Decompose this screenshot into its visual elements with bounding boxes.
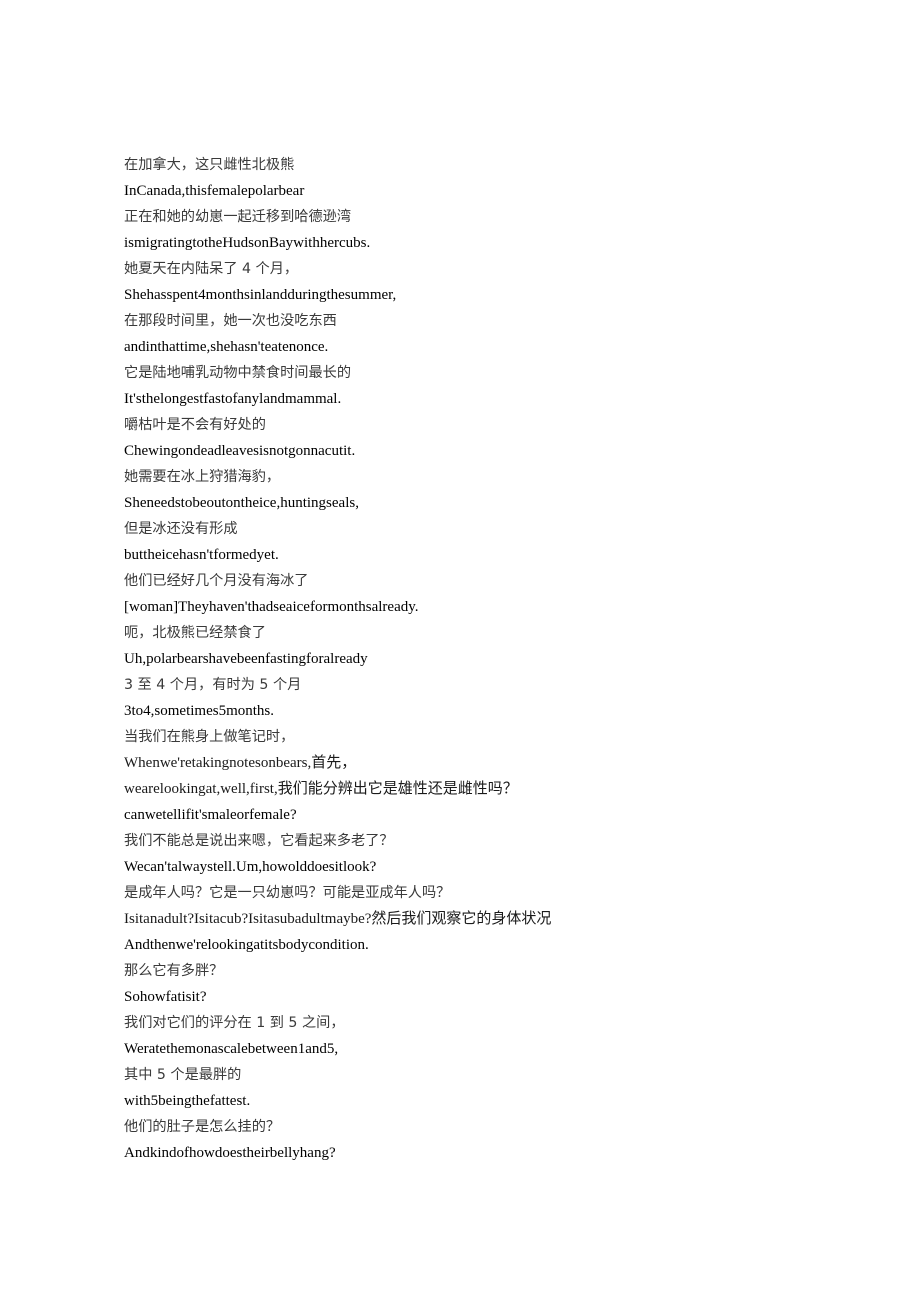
transcript-line: InCanada,thisfemalepolarbear <box>124 183 305 199</box>
transcript-line: 当我们在熊身上做笔记时， <box>124 729 295 745</box>
transcript-line: 她需要在冰上狩猎海豹， <box>124 469 281 485</box>
transcript-line: Sohowfatisit? <box>124 989 207 1005</box>
transcript-line: Weratethemonascalebetween1and5, <box>124 1041 339 1057</box>
transcript-line: It'sthelongestfastofanylandmammal. <box>124 391 342 407</box>
transcript-line: 我们对它们的评分在 1 到 5 之间， <box>124 1015 345 1031</box>
transcript-line: 3to4,sometimes5months. <box>124 703 274 719</box>
transcript-line: [woman]Theyhaven'thadseaiceformonthsalre… <box>124 599 419 615</box>
transcript-line: 但是冰还没有形成 <box>124 521 238 537</box>
transcript-line: 正在和她的幼崽一起迁移到哈德逊湾 <box>124 209 352 225</box>
transcript-line: Shehasspent4monthsinlandduringthesummer, <box>124 287 397 303</box>
transcript-line: Andthenwe'relookingatitsbodycondition. <box>124 937 369 953</box>
transcript-line: Wecan'talwaystell.Um,howolddoesitlook? <box>124 859 377 875</box>
transcript-line: Uh,polarbearshavebeenfastingforalready <box>124 651 368 667</box>
transcript-line: 嚼枯叶是不会有好处的 <box>124 417 266 433</box>
transcript-line: 呃，北极熊已经禁食了 <box>124 625 266 641</box>
transcript-line: 其中 5 个是最胖的 <box>124 1067 242 1083</box>
transcript-line: wearelookingat,well,first,我们能分辨出它是雄性还是雌性… <box>124 781 518 797</box>
transcript-line: Andkindofhowdoestheirbellyhang? <box>124 1145 336 1161</box>
transcript-line: ismigratingtotheHudsonBaywithhercubs. <box>124 235 371 251</box>
transcript-line: 在加拿大，这只雌性北极熊 <box>124 157 295 173</box>
transcript-line: 3 至 4 个月，有时为 5 个月 <box>124 677 302 693</box>
transcript-line: 他们的肚子是怎么挂的？ <box>124 1119 281 1135</box>
transcript-line: Sheneedstobeoutontheice,huntingseals, <box>124 495 359 511</box>
document-page: 在加拿大，这只雌性北极熊 InCanada,thisfemalepolarbear… <box>0 0 920 1301</box>
transcript-line: andinthattime,shehasn'teatenonce. <box>124 339 329 355</box>
transcript-line: 她夏天在内陆呆了 4 个月， <box>124 261 299 277</box>
transcript-line: 那么它有多胖？ <box>124 963 224 979</box>
transcript-line: buttheicehasn'tformedyet. <box>124 547 279 563</box>
transcript-line: 是成年人吗？它是一只幼崽吗？可能是亚成年人吗？ <box>124 885 451 901</box>
transcript-line: 我们不能总是说出来嗯，它看起来多老了？ <box>124 833 394 849</box>
transcript-line: 他们已经好几个月没有海冰了 <box>124 573 309 589</box>
transcript-line: 在那段时间里，她一次也没吃东西 <box>124 313 337 329</box>
transcript-line: Chewingondeadleavesisnotgonnacutit. <box>124 443 356 459</box>
transcript-line: Isitanadult?Isitacub?Isitasubadultmaybe?… <box>124 911 552 927</box>
transcript-line: canwetellifit'smaleorfemale? <box>124 807 297 823</box>
transcript-line: 它是陆地哺乳动物中禁食时间最长的 <box>124 365 352 381</box>
transcript-line: with5beingthefattest. <box>124 1093 251 1109</box>
transcript-body: 在加拿大，这只雌性北极熊 InCanada,thisfemalepolarbear… <box>124 152 604 1166</box>
transcript-line: Whenwe'retakingnotesonbears,首先， <box>124 755 357 771</box>
